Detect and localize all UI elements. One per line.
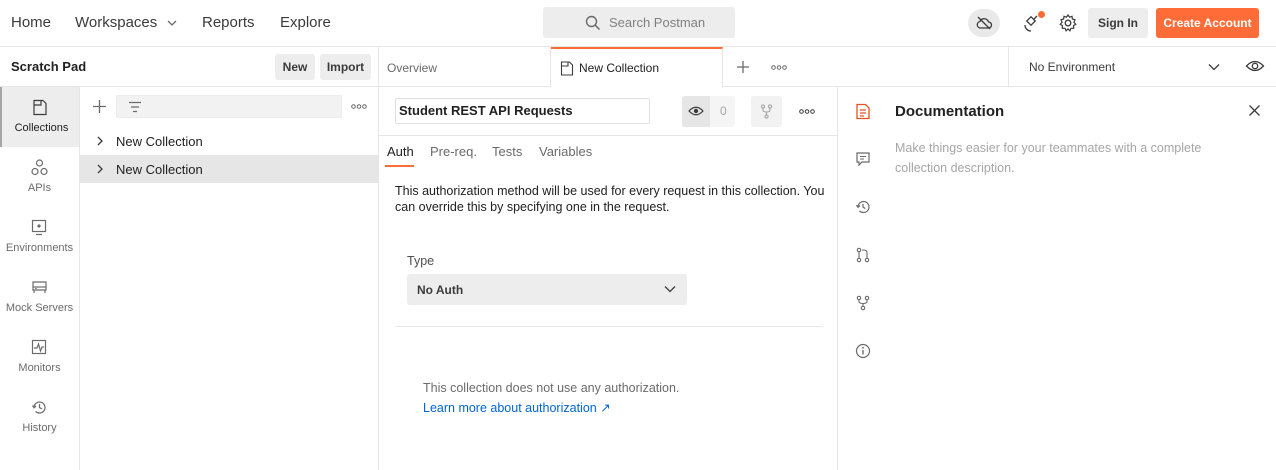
collection-item[interactable]: New Collection [80,127,378,155]
divider [379,135,838,136]
divider [395,326,823,327]
monitors-icon [31,339,47,355]
search-placeholder: Search Postman [609,15,706,30]
sidebar-item-label: Collections [14,122,69,134]
tab-variables[interactable]: Variables [539,144,592,159]
watch-eye-area[interactable] [682,96,710,127]
active-tab-indicator [385,165,414,167]
tab-label: Overview [387,61,438,75]
auth-type-value: No Auth [417,283,464,297]
filter-input[interactable] [116,95,342,118]
sign-in-button[interactable]: Sign In [1088,8,1148,38]
sidebar-item-label: Mock Servers [5,302,74,314]
sidebar-item-label: History [22,422,57,434]
sidebar-item-monitors[interactable]: Monitors [0,327,79,387]
scratch-pad-title: Scratch Pad [11,59,87,74]
top-bar: Home Workspaces Reports Explore Search P… [0,0,1276,47]
chevron-right-icon[interactable] [95,136,105,146]
learn-more-link[interactable]: Learn more about authorization ↗ [423,400,611,415]
import-button[interactable]: Import [320,54,371,80]
tab-label: New Collection [579,61,660,75]
nav-explore[interactable]: Explore [280,14,331,31]
sidebar-item-history[interactable]: History [0,387,79,447]
chevron-right-icon[interactable] [95,164,105,174]
type-label: Type [407,254,435,268]
info-icon[interactable] [855,343,871,359]
watch-button[interactable]: 0 [682,96,735,127]
no-auth-message: This collection does not use any authori… [423,381,680,395]
context-bar [839,87,887,470]
environments-icon [31,219,47,236]
more-options-icon[interactable] [799,109,815,114]
chevron-down-icon[interactable] [1208,62,1220,72]
history-icon [31,401,46,414]
sync-status-button[interactable] [968,9,1000,37]
nav-home[interactable]: Home [11,14,51,31]
gear-icon[interactable] [1058,13,1078,33]
collections-panel: New Collection New Collection [80,87,379,470]
tab-overview[interactable]: Overview [379,47,551,87]
divider [1008,47,1009,87]
environment-select[interactable]: No Environment [1029,60,1115,74]
collection-label: New Collection [116,162,203,177]
tab-bar: Overview New Collection No Environment [379,47,1276,88]
mock-servers-icon [32,281,47,293]
sidebar-item-label: APIs [27,182,52,194]
more-options-icon[interactable] [351,104,367,109]
collections-icon [33,99,47,116]
sidebar-rail: Collections APIs Environments Mock Serve… [0,87,80,470]
sidebar-item-apis[interactable]: APIs [0,147,79,207]
tab-new-collection[interactable]: New Collection [551,47,723,88]
search-icon [585,15,601,31]
tab-pre-request[interactable]: Pre-req. [430,144,477,159]
sidebar-item-mock-servers[interactable]: Mock Servers [0,267,79,327]
search-input[interactable]: Search Postman [543,7,735,38]
collection-label: New Collection [116,134,203,149]
auth-type-select[interactable]: No Auth [407,274,687,305]
documentation-icon[interactable] [855,103,871,120]
sidebar-item-collections[interactable]: Collections [0,87,79,147]
collection-icon [560,61,574,76]
new-button[interactable]: New [275,54,315,80]
create-account-button[interactable]: Create Account [1156,8,1259,38]
add-collection-icon[interactable] [92,99,107,114]
apis-icon [31,159,48,176]
nav-workspaces[interactable]: Workspaces [75,14,157,31]
documentation-description[interactable]: Make things easier for your teammates wi… [895,138,1225,178]
chevron-down-icon [664,286,676,293]
sidebar-item-label: Monitors [18,362,61,374]
scratch-pad-header: Scratch Pad New Import [0,47,379,87]
collection-item[interactable]: New Collection [80,155,378,183]
pull-request-icon[interactable] [855,247,871,263]
cloud-off-icon [976,16,993,30]
comments-icon[interactable] [855,151,871,167]
documentation-title: Documentation [895,103,1005,120]
eye-icon [688,106,704,116]
collection-editor: Student REST API Requests 0 Auth Pre-req… [379,87,838,470]
fork-icon [760,104,773,119]
sidebar-item-label: Environments [5,242,74,254]
nav-reports[interactable]: Reports [202,14,255,31]
collection-name-input[interactable]: Student REST API Requests [395,98,650,124]
tab-tests[interactable]: Tests [492,144,522,159]
sidebar-item-environments[interactable]: Environments [0,207,79,267]
filter-icon [129,101,141,113]
environment-quick-look-icon[interactable] [1245,59,1265,73]
notification-dot [1038,11,1045,18]
chevron-down-icon[interactable] [166,17,178,29]
auth-description: This authorization method will be used f… [395,184,825,214]
watch-count: 0 [720,104,727,118]
fork-button[interactable] [751,96,782,127]
close-icon[interactable] [1248,104,1261,117]
tab-auth[interactable]: Auth [387,144,414,159]
fork-icon[interactable] [855,295,871,311]
history-icon[interactable] [855,199,871,215]
tab-options-icon[interactable] [771,65,787,70]
new-tab-icon[interactable] [736,60,750,74]
